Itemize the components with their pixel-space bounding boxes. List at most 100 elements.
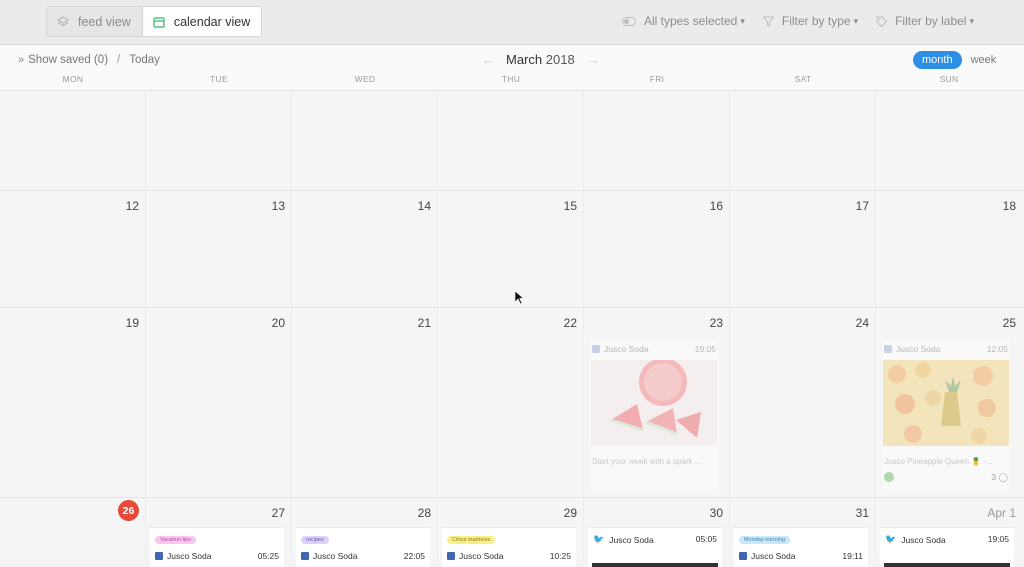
day-cell[interactable]: 29 Citrus madness Jusco Soda 10:25	[438, 498, 584, 567]
calendar-view-label: calendar view	[173, 14, 251, 29]
post-caption: Start your week with a spark ...	[592, 457, 702, 466]
post-header: 🐦 Jusco Soda 19:05	[880, 528, 1014, 550]
day-cell[interactable]	[438, 91, 584, 190]
post-account: 🐦 Jusco Soda	[885, 534, 946, 545]
day-cell[interactable]	[876, 91, 1022, 190]
day-cell[interactable]: 27 Vacation tips Jusco Soda 05:25	[146, 498, 292, 567]
show-saved-link[interactable]: Show saved (0)	[28, 54, 108, 66]
post-card[interactable]: Vacation tips Jusco Soda 05:25	[150, 527, 284, 567]
post-image-preview	[884, 563, 1010, 567]
post-header: Jusco Soda 19:11	[734, 546, 868, 566]
feed-view-button[interactable]: feed view	[47, 7, 142, 36]
account-name: Jusco Soda	[751, 551, 796, 561]
day-cell[interactable]	[146, 91, 292, 190]
day-cell[interactable]: 18	[876, 191, 1022, 307]
day-cell[interactable]	[584, 91, 730, 190]
filter-by-label-label: Filter by label	[895, 14, 967, 28]
weekday-label: TUE	[210, 74, 228, 84]
chevron-down-icon: ▾	[740, 15, 745, 26]
post-time: 05:05	[695, 534, 717, 544]
day-cell[interactable]: 19	[0, 308, 146, 497]
day-cell[interactable]	[730, 91, 876, 190]
prev-month-icon[interactable]: ←	[478, 51, 498, 67]
day-cell[interactable]: 20	[146, 308, 292, 497]
post-header: Jusco Soda 10:25	[442, 546, 576, 566]
post-card[interactable]: 🐦 Jusco Soda 05:05	[588, 527, 722, 567]
funnel-icon	[762, 16, 774, 27]
chevron-down-icon: ▾	[969, 15, 974, 26]
facebook-icon	[592, 345, 600, 353]
day-cell[interactable]	[0, 91, 146, 190]
post-label: recipes	[301, 536, 329, 544]
post-time: 19:05	[987, 534, 1009, 544]
day-cell[interactable]: 16	[584, 191, 730, 307]
day-cell[interactable]: 15	[438, 191, 584, 307]
post-label: Vacation tips	[155, 536, 197, 544]
post-account: Jusco Soda	[884, 344, 940, 354]
week-row: 19 20 21 22 23 Jusco Soda 19:05 Start yo…	[0, 307, 1024, 497]
post-header: 🐦 Jusco Soda 05:05	[588, 528, 722, 550]
filter-by-label[interactable]: Filter by label ▾	[876, 14, 974, 28]
day-cell[interactable]: 31 Monday morning Jusco Soda 19:11	[730, 498, 876, 567]
account-name: Jusco Soda	[167, 551, 212, 561]
post-header: Jusco Soda 22:05	[296, 546, 430, 566]
post-time: 10:25	[549, 551, 571, 561]
watermelon-image	[591, 358, 717, 446]
day-number: 13	[271, 199, 285, 213]
post-card[interactable]: Citrus madness Jusco Soda 10:25	[442, 527, 576, 567]
post-time: 19:11	[842, 551, 863, 561]
weekday-label: THU	[501, 74, 521, 84]
day-number: 18	[1002, 199, 1016, 213]
day-number: 12	[125, 199, 139, 213]
post-card[interactable]: Jusco Soda 19:05 Start your week with a …	[590, 340, 718, 490]
year-label: 2018	[545, 51, 575, 67]
day-cell[interactable]: 24	[730, 308, 876, 497]
day-cell[interactable]: 28 recipes Jusco Soda 22:05	[292, 498, 438, 567]
day-cell[interactable]: Apr 1 🐦 Jusco Soda 19:05	[876, 498, 1022, 567]
calendar-header: » Show saved (0) / Today ← March 2018 → …	[0, 46, 1024, 74]
week-view-button[interactable]: week	[962, 51, 1006, 69]
day-cell[interactable]: 25 Jusco Soda 12:05 Jusco Pineapple Quee…	[876, 308, 1022, 497]
day-cell[interactable]: 17	[730, 191, 876, 307]
day-number: 29	[563, 506, 577, 520]
day-number: 24	[855, 316, 869, 330]
post-account: Jusco Soda	[592, 344, 648, 354]
day-cell[interactable]: 30 🐦 Jusco Soda 05:05	[584, 498, 730, 567]
post-time: 12:05	[986, 344, 1008, 354]
facebook-icon	[884, 345, 892, 353]
post-header: Jusco Soda 19:05	[590, 340, 718, 358]
tag-icon	[876, 16, 888, 27]
day-cell[interactable]: 21	[292, 308, 438, 497]
month-navigation: ← March 2018 →	[478, 51, 603, 67]
day-cell[interactable]: 26	[0, 498, 146, 559]
month-view-button[interactable]: month	[913, 51, 962, 69]
week-row: 12 13 14 15 16 17 18	[0, 190, 1024, 307]
account-name: Jusco Soda	[604, 344, 649, 354]
day-number: 16	[709, 199, 723, 213]
day-cell[interactable]: 23 Jusco Soda 19:05 Start your week with	[584, 308, 730, 497]
next-month-icon[interactable]: →	[583, 51, 603, 67]
account-name: Jusco Soda	[901, 534, 946, 545]
post-card[interactable]: Monday morning Jusco Soda 19:11	[734, 527, 868, 567]
day-cell[interactable]: 14	[292, 191, 438, 307]
calendar-icon	[153, 16, 165, 28]
filter-by-type[interactable]: Filter by type ▾	[762, 14, 858, 28]
calendar-view-button[interactable]: calendar view	[141, 7, 262, 36]
day-cell[interactable]: 22	[438, 308, 584, 497]
feed-view-label: feed view	[78, 14, 131, 29]
day-cell[interactable]	[292, 91, 438, 190]
post-time: 19:05	[694, 344, 716, 354]
post-label: Citrus madness	[447, 536, 496, 544]
double-chevron-icon: »	[18, 54, 25, 66]
day-cell[interactable]: 13	[146, 191, 292, 307]
post-card[interactable]: recipes Jusco Soda 22:05	[296, 527, 430, 567]
day-cell[interactable]: 12	[0, 191, 146, 307]
today-marker: 26	[118, 500, 139, 521]
today-link[interactable]: Today	[129, 54, 160, 66]
post-card[interactable]: 🐦 Jusco Soda 19:05	[880, 527, 1014, 567]
top-toolbar: feed view calendar view All types select…	[0, 0, 1024, 45]
weekday-label: SUN	[939, 74, 959, 84]
post-card[interactable]: Jusco Soda 12:05 Jusco Pineapple Queen 🍍…	[882, 340, 1010, 490]
month-name: March	[506, 51, 543, 67]
all-types-filter[interactable]: All types selected ▾	[621, 14, 745, 28]
